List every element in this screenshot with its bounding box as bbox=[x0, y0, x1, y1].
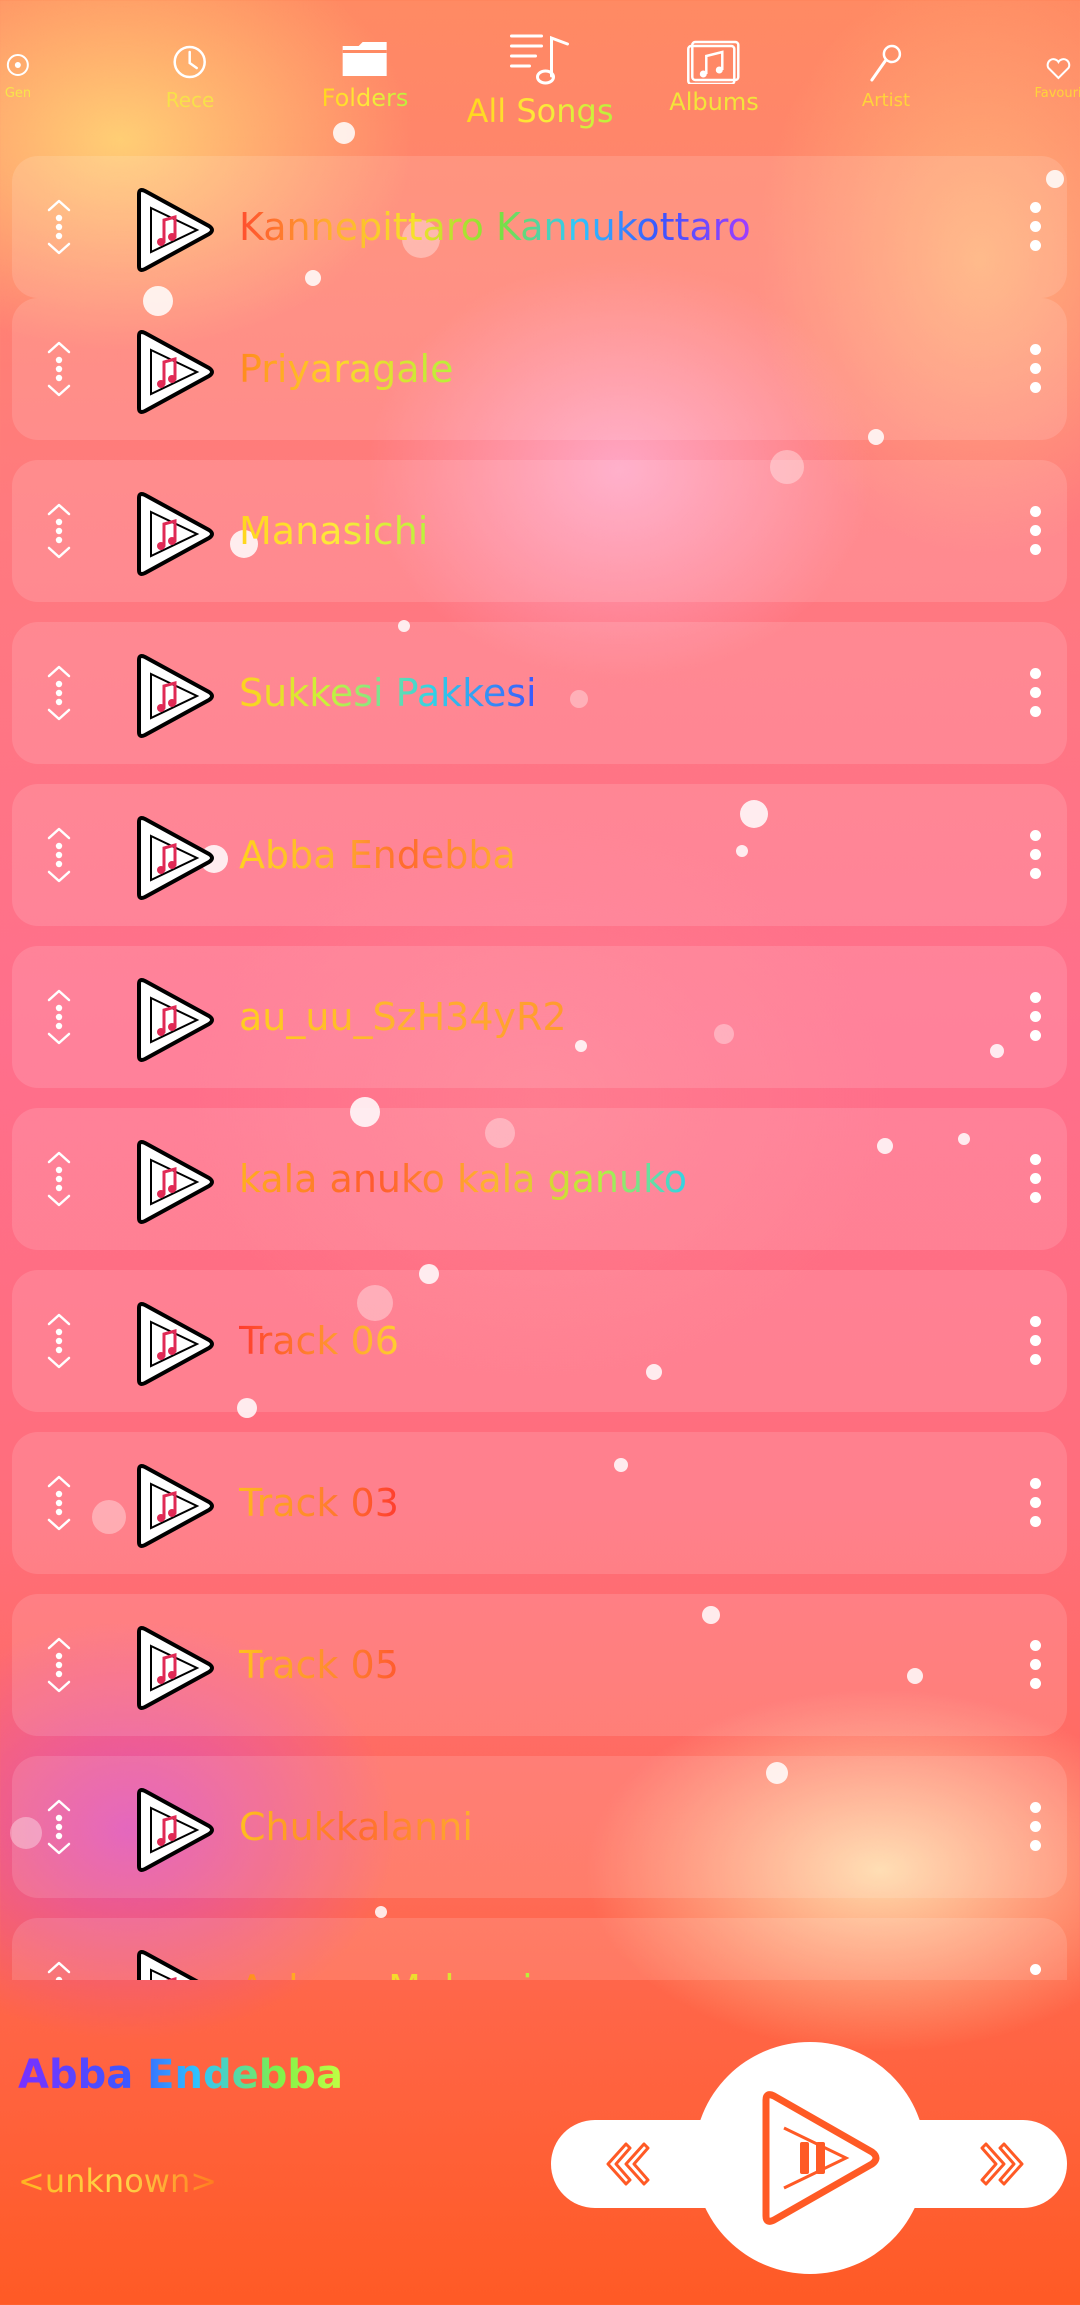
drag-handle-icon[interactable] bbox=[42, 1634, 76, 1696]
more-options-icon[interactable] bbox=[1025, 664, 1045, 722]
song-title: kala anuko kala ganuko bbox=[239, 1153, 687, 1205]
song-row[interactable]: Aakasa Maloaci bbox=[12, 1918, 1067, 1980]
song-row[interactable]: Chukkalanni bbox=[12, 1756, 1067, 1898]
drag-handle-icon[interactable] bbox=[42, 662, 76, 724]
more-options-icon[interactable] bbox=[1025, 1474, 1045, 1532]
tab-albums[interactable]: Albums bbox=[669, 38, 759, 116]
song-title: Sukkesi Pakkesi bbox=[239, 667, 537, 719]
drag-handle-icon[interactable] bbox=[42, 1958, 76, 1980]
song-row[interactable]: kala anuko kala ganuko bbox=[12, 1108, 1067, 1250]
song-title: Track 05 bbox=[239, 1639, 399, 1691]
song-list[interactable]: Kannepittaro Kannukottaro Priyaragale Ma… bbox=[0, 150, 1080, 1980]
song-title: Track 06 bbox=[239, 1315, 399, 1367]
more-options-icon[interactable] bbox=[1025, 1636, 1045, 1694]
tab-folders[interactable]: Folders bbox=[321, 36, 409, 112]
music-list-icon bbox=[509, 34, 569, 85]
song-title: Manasichi bbox=[239, 505, 428, 557]
song-title: Chukkalanni bbox=[239, 1801, 473, 1853]
play-note-icon[interactable] bbox=[127, 1948, 215, 1980]
now-playing-title[interactable]: Abba Endebba bbox=[18, 2052, 343, 2098]
tab-label: Gen bbox=[4, 86, 32, 101]
folder-icon bbox=[342, 42, 387, 76]
tab-label: Favouri bbox=[1034, 86, 1080, 101]
microphone-icon bbox=[870, 44, 902, 82]
more-options-icon[interactable] bbox=[1025, 988, 1045, 1046]
tab-all-songs[interactable]: All Songs bbox=[467, 30, 614, 130]
pause-icon bbox=[762, 2091, 880, 2225]
play-note-icon[interactable] bbox=[127, 1138, 215, 1226]
song-title: Track 03 bbox=[239, 1477, 399, 1529]
play-note-icon[interactable] bbox=[127, 1300, 215, 1388]
drag-handle-icon[interactable] bbox=[42, 824, 76, 886]
more-options-icon[interactable] bbox=[1025, 826, 1045, 884]
song-row[interactable]: Kannepittaro Kannukottaro bbox=[12, 156, 1067, 298]
drag-handle-icon[interactable] bbox=[42, 1472, 76, 1534]
play-note-icon[interactable] bbox=[127, 652, 215, 740]
play-note-icon[interactable] bbox=[127, 328, 215, 416]
play-note-icon[interactable] bbox=[127, 186, 215, 274]
drag-handle-icon[interactable] bbox=[42, 500, 76, 562]
tab-label: Artist bbox=[861, 90, 911, 111]
song-row[interactable]: Priyaragale bbox=[12, 298, 1067, 440]
drag-handle-icon[interactable] bbox=[42, 338, 76, 400]
previous-track-icon[interactable] bbox=[600, 2134, 660, 2194]
song-row[interactable]: Abba Endebba bbox=[12, 784, 1067, 926]
now-playing-bar[interactable]: Abba Endebba <unknown> bbox=[0, 1980, 1080, 2305]
more-options-icon[interactable] bbox=[1025, 340, 1045, 398]
recent-clock-icon bbox=[173, 45, 207, 79]
song-title: Kannepittaro Kannukottaro bbox=[239, 201, 751, 253]
more-options-icon[interactable] bbox=[1025, 1960, 1045, 1980]
tab-label: Albums bbox=[669, 88, 759, 116]
song-title: Priyaragale bbox=[239, 343, 453, 395]
song-row[interactable]: Track 06 bbox=[12, 1270, 1067, 1412]
play-note-icon[interactable] bbox=[127, 976, 215, 1064]
tab-label: All Songs bbox=[466, 92, 614, 130]
tab-favourites[interactable]: Favouri bbox=[1034, 56, 1080, 101]
genre-icon bbox=[7, 54, 29, 76]
category-tab-bar: Gen Rece Folders All Songs Albums Artist… bbox=[0, 0, 1080, 150]
song-title: Abba Endebba bbox=[239, 829, 516, 881]
drag-handle-icon[interactable] bbox=[42, 986, 76, 1048]
song-row[interactable]: Manasichi bbox=[12, 460, 1067, 602]
play-pause-button[interactable] bbox=[694, 2042, 926, 2274]
next-track-icon[interactable] bbox=[970, 2134, 1030, 2194]
drag-handle-icon[interactable] bbox=[42, 1796, 76, 1858]
drag-handle-icon[interactable] bbox=[42, 1148, 76, 1210]
tab-label: Rece bbox=[165, 88, 215, 112]
play-note-icon[interactable] bbox=[127, 1786, 215, 1874]
more-options-icon[interactable] bbox=[1025, 198, 1045, 256]
song-title: Aakasa Maloaci bbox=[239, 1963, 533, 1980]
song-title: au_uu_SzH34yR2 bbox=[239, 991, 567, 1043]
song-row[interactable]: Track 05 bbox=[12, 1594, 1067, 1736]
play-note-icon[interactable] bbox=[127, 1462, 215, 1550]
song-row[interactable]: Track 03 bbox=[12, 1432, 1067, 1574]
tab-recent[interactable]: Rece bbox=[165, 42, 215, 112]
play-note-icon[interactable] bbox=[127, 1624, 215, 1712]
song-row[interactable]: au_uu_SzH34yR2 bbox=[12, 946, 1067, 1088]
tab-label: Folders bbox=[321, 84, 409, 112]
heart-icon bbox=[1046, 58, 1070, 80]
more-options-icon[interactable] bbox=[1025, 502, 1045, 560]
song-row[interactable]: Sukkesi Pakkesi bbox=[12, 622, 1067, 764]
drag-handle-icon[interactable] bbox=[42, 196, 76, 258]
play-note-icon[interactable] bbox=[127, 490, 215, 578]
tab-artists[interactable]: Artist bbox=[862, 42, 910, 111]
tab-genres[interactable]: Gen bbox=[5, 52, 31, 101]
now-playing-artist: <unknown> bbox=[18, 2162, 218, 2200]
album-icon bbox=[686, 40, 740, 84]
drag-handle-icon[interactable] bbox=[42, 1310, 76, 1372]
more-options-icon[interactable] bbox=[1025, 1312, 1045, 1370]
more-options-icon[interactable] bbox=[1025, 1798, 1045, 1856]
more-options-icon[interactable] bbox=[1025, 1150, 1045, 1208]
play-note-icon[interactable] bbox=[127, 814, 215, 902]
